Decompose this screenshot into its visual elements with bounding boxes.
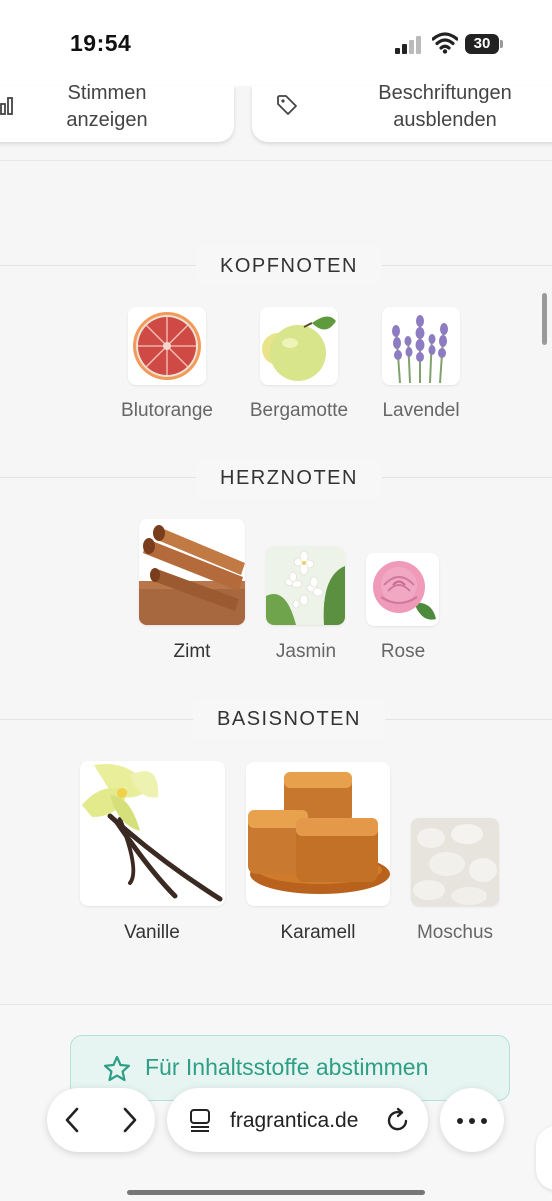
tag-icon [277,95,297,115]
url-text: fragrantica.de [230,1109,359,1132]
more-icon [457,1118,487,1124]
musk-image [411,818,499,906]
address-bar[interactable]: fragrantica.de [167,1088,428,1152]
battery-tip [500,40,503,48]
show-votes-button[interactable]: Stimmen anzeigen [0,82,234,142]
clock: 19:54 [70,30,132,56]
rose-image [366,553,439,626]
show-votes-label-1: Stimmen [67,82,147,104]
navigation-pill [47,1088,155,1152]
forward-icon[interactable] [117,1106,141,1134]
note-name: Moschus [416,922,494,943]
back-icon[interactable] [61,1106,85,1134]
hide-labels-label-2: ausblenden [393,109,497,131]
caramel-image [246,762,390,906]
vote-ingredients-label: Für Inhaltsstoffe abstimmen [145,1054,429,1080]
lavender-image [382,307,460,385]
show-votes-label-2: anzeigen [66,109,148,131]
battery-icon: 30 [465,34,499,54]
note-name: Rose [380,641,426,662]
note-name: Bergamotte [249,400,349,421]
hide-labels-label-1: Beschriftungen [378,82,512,104]
hide-labels-button[interactable]: Beschriftungen ausblenden [252,82,552,142]
more-menu-button[interactable] [440,1088,504,1152]
note-name: Lavendel [382,400,460,421]
note-name: Vanille [124,922,180,943]
note-name: Jasmin [275,641,337,662]
scrollbar[interactable] [542,293,547,345]
note-name: Zimt [173,641,211,662]
cinnamon-image [139,519,245,625]
bergamot-image [260,307,338,385]
reload-icon[interactable] [386,1107,410,1133]
heart-notes-heading: HERZNOTEN [196,458,382,498]
home-indicator[interactable] [127,1190,425,1195]
top-notes-heading: KOPFNOTEN [196,246,382,286]
jasmine-image [266,546,345,625]
status-bar: 19:54 30 [0,0,552,86]
note-name: Karamell [280,922,356,943]
toolbar: Stimmen anzeigen Beschriftungen ausblend… [0,82,552,161]
bar-chart-icon [0,97,13,115]
note-name: Blutorange [121,400,213,421]
blood-orange-image [128,307,206,385]
wifi-icon [432,32,458,54]
cellular-signal-icon [395,36,425,54]
base-notes-heading: BASISNOTEN [193,699,385,739]
vanilla-image [80,761,225,906]
side-handle [536,1126,552,1190]
star-icon [103,1055,131,1082]
reader-icon[interactable] [189,1108,211,1132]
